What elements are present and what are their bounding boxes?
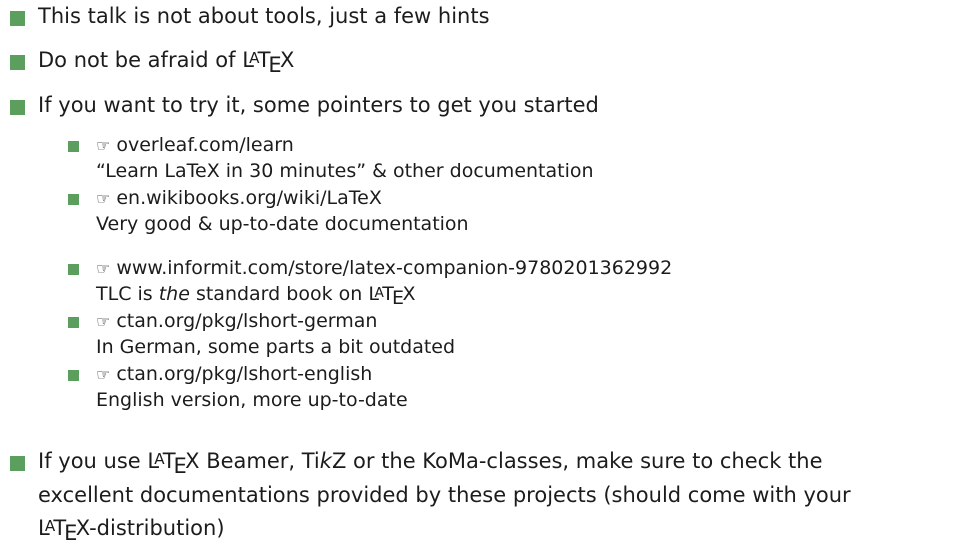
latex-logo: LATEX [368, 283, 416, 310]
pointer-description: TLC is the standard book on LATEX [96, 283, 416, 310]
bullet-square [10, 456, 25, 471]
bullet-text: If you want to try it, some pointers to … [38, 93, 599, 117]
pointer-description: Very good & up-to-date documentation [96, 213, 469, 235]
pointer-description: In German, some parts a bit outdated [96, 336, 456, 358]
latex-logo: LATEX [38, 516, 90, 545]
pointer-link[interactable]: ☞ en.wikibooks.org/wiki/LaTeX [96, 185, 382, 212]
pointer-link[interactable]: ☞ ctan.org/pkg/lshort-english [96, 361, 372, 388]
bullet-text-continuation: LATEX-distribution) [38, 516, 225, 545]
pointing-hand-icon: ☞ [96, 312, 111, 331]
bullet-square [10, 55, 25, 70]
pointer-description: English version, more up-to-date [96, 389, 408, 411]
slide: This talk is not about tools, just a few… [0, 0, 973, 551]
sub-bullet-square [68, 194, 79, 205]
sub-bullet-square [68, 264, 79, 275]
bullet-square [10, 100, 25, 115]
bullet-text: Do not be afraid of LATEX [38, 48, 295, 77]
pointer-link[interactable]: ☞ overleaf.com/learn [96, 132, 294, 159]
bullet-text-continuation: excellent documentations provided by the… [38, 483, 851, 507]
sub-bullet-square [68, 141, 79, 152]
pointer-link[interactable]: ☞ www.informit.com/store/latex-companion-… [96, 255, 672, 282]
pointing-hand-icon: ☞ [96, 365, 111, 384]
latex-logo: LATEX [147, 449, 200, 478]
pointing-hand-icon: ☞ [96, 189, 111, 208]
pointing-hand-icon: ☞ [96, 136, 111, 155]
bullet-square [10, 11, 25, 26]
pointing-hand-icon: ☞ [96, 259, 111, 278]
pointer-description: “Learn LaTeX in 30 minutes” & other docu… [96, 160, 594, 182]
bullet-text: This talk is not about tools, just a few… [38, 4, 490, 28]
latex-logo: LATEX [242, 48, 295, 77]
sub-bullet-square [68, 317, 79, 328]
pointer-link[interactable]: ☞ ctan.org/pkg/lshort-german [96, 308, 377, 335]
bullet-text: If you use LATEX Beamer, TikZ or the KoM… [38, 449, 823, 478]
sub-bullet-square [68, 370, 79, 381]
